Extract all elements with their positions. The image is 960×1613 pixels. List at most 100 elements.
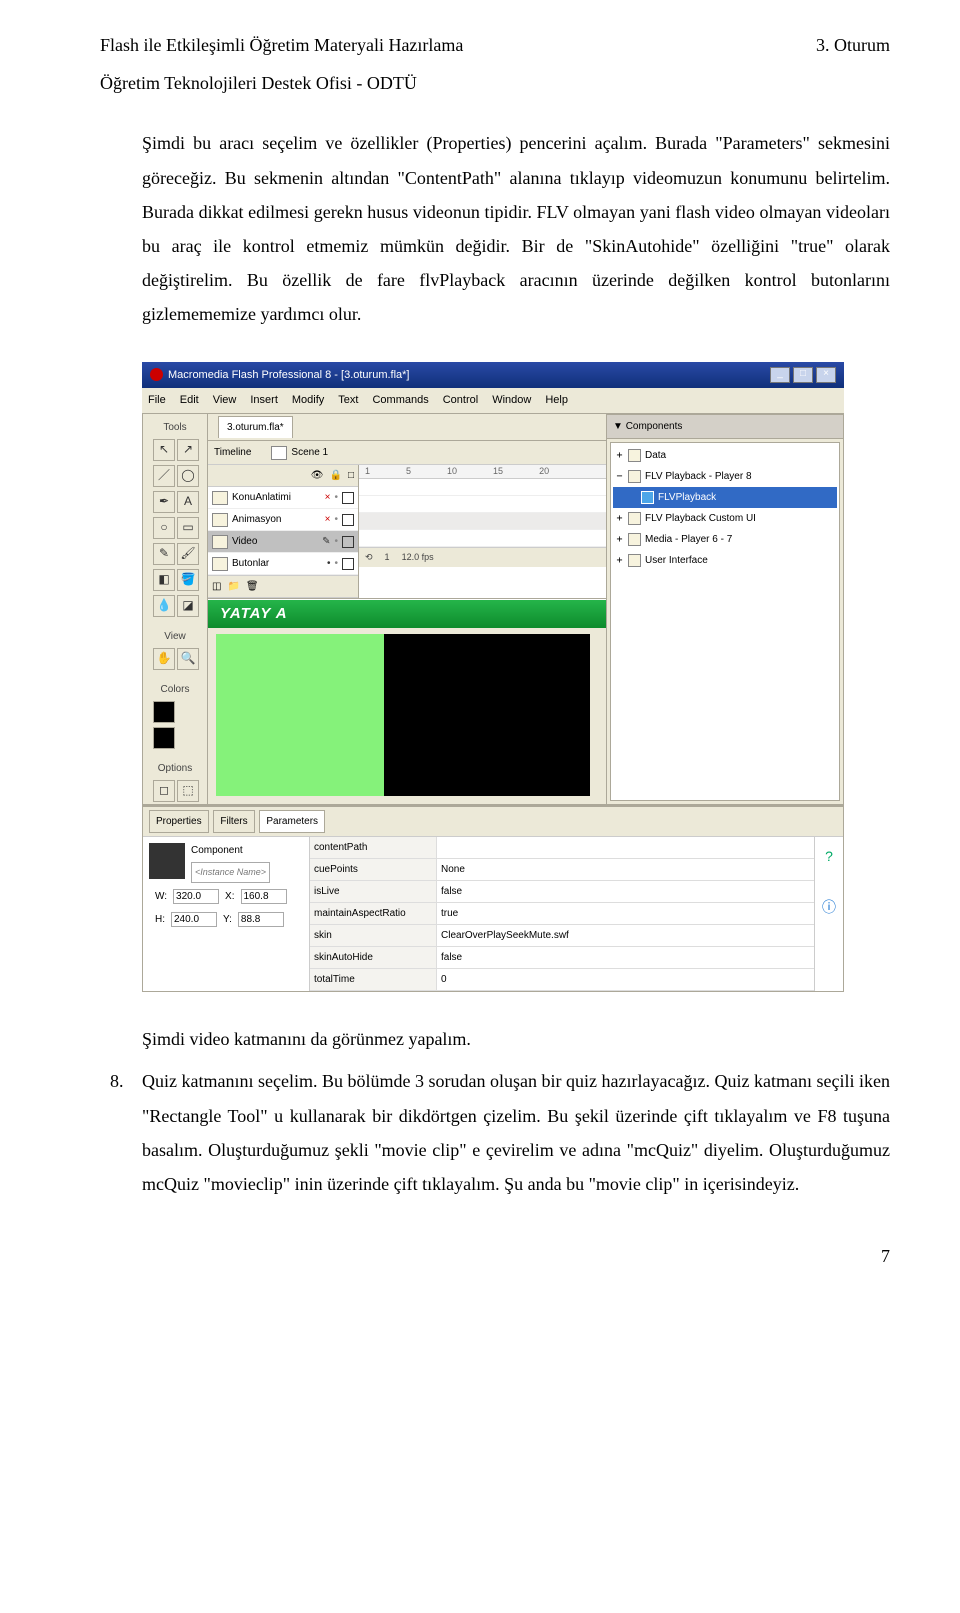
option-icon[interactable]: ◻ xyxy=(153,780,175,802)
lock-column-icon[interactable]: 🔒 xyxy=(330,466,342,485)
file-tab[interactable]: 3.oturum.fla* xyxy=(218,416,293,438)
width-input[interactable] xyxy=(173,889,219,904)
lock-dot-icon[interactable]: • xyxy=(334,488,338,507)
layer-row[interactable]: KonuAnlatimi×• xyxy=(208,487,358,509)
lock-dot-icon[interactable]: • xyxy=(334,532,338,551)
minimize-icon[interactable]: _ xyxy=(770,367,790,383)
text-tool-icon[interactable]: A xyxy=(177,491,199,513)
menu-edit[interactable]: Edit xyxy=(180,390,199,411)
outline-swatch[interactable] xyxy=(342,558,354,570)
expand-icon[interactable]: + xyxy=(615,551,624,570)
video-placeholder[interactable] xyxy=(384,634,590,796)
eraser-tool-icon[interactable]: ◪ xyxy=(177,595,199,617)
height-input[interactable] xyxy=(171,912,217,927)
panel-collapse-icon[interactable]: ▼ xyxy=(613,421,626,432)
tree-node[interactable]: +FLV Playback Custom UI xyxy=(613,508,837,529)
zoom-tool-icon[interactable]: 🔍 xyxy=(177,648,199,670)
delete-layer-icon[interactable]: 🗑 xyxy=(246,577,259,596)
expand-icon[interactable]: + xyxy=(615,446,624,465)
tree-node[interactable]: +User Interface xyxy=(613,550,837,571)
tree-node[interactable]: +Data xyxy=(613,445,837,466)
tree-node[interactable]: −FLV Playback - Player 8 xyxy=(613,466,837,487)
expand-icon[interactable]: + xyxy=(615,509,624,528)
param-value[interactable]: true xyxy=(437,903,814,924)
eye-column-icon[interactable]: 👁 xyxy=(311,466,324,485)
param-value[interactable] xyxy=(437,837,814,858)
param-row[interactable]: contentPath xyxy=(310,837,814,859)
param-row[interactable]: cuePointsNone xyxy=(310,859,814,881)
stage[interactable]: YATAY A xyxy=(208,599,606,804)
layer-row[interactable]: Video✎• xyxy=(208,531,358,553)
param-row[interactable]: totalTime0 xyxy=(310,969,814,991)
menu-control[interactable]: Control xyxy=(443,390,478,411)
tab-filters[interactable]: Filters xyxy=(213,810,254,833)
outline-swatch[interactable] xyxy=(342,492,354,504)
lock-dot-icon[interactable]: • xyxy=(334,510,338,529)
layer-row[interactable]: Butonlar•• xyxy=(208,553,358,575)
lasso-tool-icon[interactable]: ◯ xyxy=(177,465,199,487)
timeline-frames[interactable]: 15101520 ⟲112.0 fps xyxy=(359,465,606,598)
visibility-dot-icon[interactable]: • xyxy=(327,554,331,573)
fill-color-swatch[interactable] xyxy=(153,727,175,749)
new-layer-icon[interactable]: ◫ xyxy=(212,577,221,596)
rect-tool-icon[interactable]: ▭ xyxy=(177,517,199,539)
param-value[interactable]: None xyxy=(437,859,814,880)
pencil-tool-icon[interactable]: ✎ xyxy=(153,543,175,565)
visibility-dot-icon[interactable]: ✎ xyxy=(322,532,330,551)
outline-swatch[interactable] xyxy=(342,536,354,548)
param-row[interactable]: maintainAspectRatiotrue xyxy=(310,903,814,925)
x-input[interactable] xyxy=(241,889,287,904)
lock-dot-icon[interactable]: • xyxy=(334,554,338,573)
snap-icon[interactable]: ⬚ xyxy=(177,780,199,802)
param-value[interactable]: false xyxy=(437,947,814,968)
info-icon[interactable]: ⓘ xyxy=(815,894,843,921)
menu-text[interactable]: Text xyxy=(338,390,358,411)
timeline-label[interactable]: Timeline xyxy=(214,443,251,462)
close-icon[interactable]: × xyxy=(816,367,836,383)
bucket-tool-icon[interactable]: 🪣 xyxy=(177,569,199,591)
new-folder-icon[interactable]: 📁 xyxy=(227,577,239,596)
instance-name-input[interactable]: <Instance Name> xyxy=(191,862,270,883)
maximize-icon[interactable]: □ xyxy=(793,367,813,383)
scene-name[interactable]: Scene 1 xyxy=(291,443,328,462)
line-tool-icon[interactable]: ／ xyxy=(153,465,175,487)
onion-icon[interactable]: ⟲ xyxy=(365,549,373,566)
paragraph-under-shot: Şimdi video katmanını da görünmez yapalı… xyxy=(142,1022,890,1056)
param-key: skin xyxy=(310,925,437,946)
expand-icon[interactable]: + xyxy=(615,530,624,549)
menu-commands[interactable]: Commands xyxy=(372,390,428,411)
collapse-icon[interactable]: − xyxy=(615,467,624,486)
arrow-tool-icon[interactable]: ↖ xyxy=(153,439,175,461)
subselect-tool-icon[interactable]: ↗ xyxy=(177,439,199,461)
menu-insert[interactable]: Insert xyxy=(250,390,278,411)
stroke-color-swatch[interactable] xyxy=(153,701,175,723)
outline-swatch[interactable] xyxy=(342,514,354,526)
tree-node-selected[interactable]: FLVPlayback xyxy=(613,487,837,508)
visibility-dot-icon[interactable]: × xyxy=(325,510,331,529)
eyedrop-tool-icon[interactable]: 💧 xyxy=(153,595,175,617)
param-row[interactable]: isLivefalse xyxy=(310,881,814,903)
oval-tool-icon[interactable]: ○ xyxy=(153,517,175,539)
param-row[interactable]: skinClearOverPlaySeekMute.swf xyxy=(310,925,814,947)
tree-node[interactable]: +Media - Player 6 - 7 xyxy=(613,529,837,550)
visibility-dot-icon[interactable]: × xyxy=(325,488,331,507)
menu-window[interactable]: Window xyxy=(492,390,531,411)
hand-tool-icon[interactable]: ✋ xyxy=(153,648,175,670)
param-row[interactable]: skinAutoHidefalse xyxy=(310,947,814,969)
menu-file[interactable]: File xyxy=(148,390,166,411)
param-value[interactable]: false xyxy=(437,881,814,902)
outline-column-icon[interactable]: □ xyxy=(348,466,354,485)
tab-properties[interactable]: Properties xyxy=(149,810,209,833)
pen-tool-icon[interactable]: ✒ xyxy=(153,491,175,513)
ink-tool-icon[interactable]: ◧ xyxy=(153,569,175,591)
param-value[interactable]: ClearOverPlaySeekMute.swf xyxy=(437,925,814,946)
layer-row[interactable]: Animasyon×• xyxy=(208,509,358,531)
param-value[interactable]: 0 xyxy=(437,969,814,990)
menu-view[interactable]: View xyxy=(213,390,237,411)
brush-tool-icon[interactable]: 🖌 xyxy=(177,543,199,565)
menu-modify[interactable]: Modify xyxy=(292,390,324,411)
tab-parameters[interactable]: Parameters xyxy=(259,810,325,833)
help-icon[interactable]: ? xyxy=(815,843,843,870)
y-input[interactable] xyxy=(238,912,284,927)
menu-help[interactable]: Help xyxy=(545,390,568,411)
